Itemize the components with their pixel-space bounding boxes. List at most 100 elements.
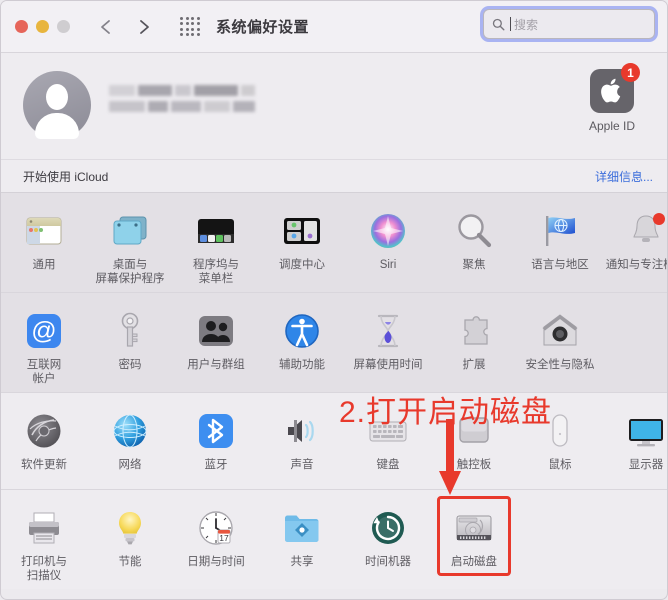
- passwords-icon: [108, 309, 152, 353]
- pref-pane-label: 用户与群组: [187, 359, 245, 371]
- printers-scanners-icon: [22, 506, 66, 550]
- system-preferences-window: 系统偏好设置 搜索 1 Apple ID 开始使用 iCloud 详细信息...…: [0, 0, 668, 600]
- icloud-details-link[interactable]: 详细信息...: [595, 168, 653, 185]
- pref-pane-label: 日期与时间: [187, 556, 245, 568]
- avatar-body: [35, 113, 79, 139]
- mouse-icon: [538, 409, 582, 453]
- preferences-row: @ 互联网 帐户 密码 用户与群组 辅助功能 屏幕使用时间 扩展 安全性与隐私: [1, 303, 667, 386]
- pref-pane-siri[interactable]: Siri: [345, 203, 431, 283]
- pref-pane-desktop-screensaver[interactable]: 桌面与 屏幕保护程序: [87, 203, 173, 286]
- pref-pane-date-time[interactable]: 17 日期与时间: [173, 500, 259, 580]
- spotlight-icon: [452, 209, 496, 253]
- apple-glyph: [601, 78, 621, 103]
- search-input[interactable]: 搜索: [483, 9, 655, 39]
- pref-pane-trackpad[interactable]: 触控板: [431, 403, 517, 483]
- pref-pane-label: 密码: [118, 359, 142, 371]
- pref-pane-startup-disk[interactable]: 启动磁盘: [431, 500, 517, 580]
- pref-pane-accessibility[interactable]: 辅助功能: [259, 303, 345, 383]
- search-container: 搜索: [483, 9, 655, 39]
- pref-pane-internet-accounts[interactable]: @ 互联网 帐户: [1, 303, 87, 386]
- pref-pane-security-privacy[interactable]: 安全性与隐私: [517, 303, 603, 383]
- pref-pane-sharing[interactable]: 共享: [259, 500, 345, 580]
- zoom-button[interactable]: [57, 20, 70, 33]
- pref-pane-notifications-focus[interactable]: 通知与专注模式: [603, 203, 667, 283]
- pref-pane-passwords[interactable]: 密码: [87, 303, 173, 383]
- sound-icon: [280, 409, 324, 453]
- preferences-band-4: 打印机与 扫描仪 节能 17 日期与时间 共享 时间机器 启动磁盘: [1, 489, 667, 589]
- apple-id-section[interactable]: 1 Apple ID: [1, 53, 667, 159]
- pref-pane-screen-time[interactable]: 屏幕使用时间: [345, 303, 431, 383]
- displays-icon: [624, 409, 667, 453]
- internet-accounts-icon: @: [22, 309, 66, 353]
- sharing-icon: [280, 506, 324, 550]
- general-icon: [22, 209, 66, 253]
- pref-pane-language-region[interactable]: 语言与地区: [517, 203, 603, 283]
- avatar[interactable]: [23, 71, 91, 139]
- siri-icon: [366, 209, 410, 253]
- pref-pane-dock-menubar[interactable]: 程序坞与 菜单栏: [173, 203, 259, 286]
- notification-badge: 1: [621, 63, 640, 82]
- pref-pane-displays[interactable]: 显示器: [603, 403, 667, 483]
- pref-pane-label: 启动磁盘: [451, 556, 497, 568]
- svg-text:17: 17: [219, 533, 229, 543]
- show-all-grid-icon[interactable]: [180, 16, 200, 37]
- pref-pane-general[interactable]: 通用: [1, 203, 87, 283]
- startup-disk-icon: [452, 506, 496, 550]
- pref-pane-label: 显示器: [628, 459, 664, 471]
- pref-pane-printers-scanners[interactable]: 打印机与 扫描仪: [1, 500, 87, 583]
- pref-pane-network[interactable]: 网络: [87, 403, 173, 483]
- pref-pane-time-machine[interactable]: 时间机器: [345, 500, 431, 580]
- back-chevron-icon[interactable]: [98, 17, 114, 37]
- preferences-row: 通用 桌面与屏幕保护程序 程序坞与菜单栏 调度中心 Siri 聚焦 语言与地区 通知与专注模式: [1, 203, 667, 286]
- dock-menubar-icon: [194, 209, 238, 253]
- notifications-focus-icon: [624, 209, 667, 253]
- pref-pane-bluetooth[interactable]: 蓝牙: [173, 403, 259, 483]
- pref-pane-software-update[interactable]: 软件更新: [1, 403, 87, 483]
- pref-pane-label: 节能: [118, 556, 142, 568]
- pref-pane-extensions[interactable]: 扩展: [431, 303, 517, 383]
- page-title: 系统偏好设置: [216, 19, 310, 36]
- pref-pane-label: 软件更新: [21, 459, 67, 471]
- nav-buttons: [98, 17, 152, 37]
- window-titlebar: 系统偏好设置 搜索: [1, 1, 667, 53]
- apple-id-button[interactable]: 1 Apple ID: [575, 63, 649, 133]
- pref-pane-label: 聚焦: [462, 259, 486, 271]
- language-region-icon: [538, 209, 582, 253]
- pref-pane-spotlight[interactable]: 聚焦: [431, 203, 517, 283]
- bluetooth-icon: [194, 409, 238, 453]
- pref-pane-keyboard[interactable]: 键盘: [345, 403, 431, 483]
- pref-pane-label: 时间机器: [365, 556, 411, 568]
- pref-pane-mouse[interactable]: 鼠标: [517, 403, 603, 483]
- account-name-redacted: [109, 85, 255, 117]
- desktop-screensaver-icon: [108, 209, 152, 253]
- pref-pane-label: 桌面与 屏幕保护程序: [95, 259, 165, 285]
- preferences-band-3: 软件更新 网络 蓝牙 声音 键盘 触控板 鼠标 显示器: [1, 392, 667, 489]
- users-groups-icon: [194, 309, 238, 353]
- pref-pane-label: 辅助功能: [279, 359, 325, 371]
- pref-pane-label: 通知与专注模式: [605, 259, 667, 271]
- pref-pane-mission-control[interactable]: 调度中心: [259, 203, 345, 283]
- close-button[interactable]: [15, 20, 28, 33]
- extensions-icon: [452, 309, 496, 353]
- apple-logo-icon[interactable]: 1: [590, 63, 640, 113]
- preferences-row: 打印机与 扫描仪 节能 17 日期与时间 共享 时间机器 启动磁盘: [1, 500, 667, 583]
- forward-chevron-icon[interactable]: [136, 17, 152, 37]
- text-caret: [510, 17, 511, 31]
- software-update-icon: [22, 409, 66, 453]
- icloud-bar: 开始使用 iCloud 详细信息...: [1, 159, 667, 193]
- pref-pane-label: 互联网 帐户: [26, 359, 62, 385]
- pref-pane-label: 安全性与隐私: [525, 359, 595, 371]
- preferences-band-2: @ 互联网 帐户 密码 用户与群组 辅助功能 屏幕使用时间 扩展 安全性与隐私: [1, 292, 667, 392]
- pref-pane-label: 触控板: [456, 459, 492, 471]
- pref-pane-label: 语言与地区: [531, 259, 589, 271]
- mission-control-icon: [280, 209, 324, 253]
- pref-pane-label: 通用: [32, 259, 56, 271]
- pref-pane-label: 键盘: [376, 459, 400, 471]
- minimize-button[interactable]: [36, 20, 49, 33]
- pref-pane-users-groups[interactable]: 用户与群组: [173, 303, 259, 383]
- security-privacy-icon: [538, 309, 582, 353]
- pref-pane-sound[interactable]: 声音: [259, 403, 345, 483]
- pref-pane-energy-saver[interactable]: 节能: [87, 500, 173, 580]
- pref-pane-label: 蓝牙: [204, 459, 228, 471]
- trackpad-icon: [452, 409, 496, 453]
